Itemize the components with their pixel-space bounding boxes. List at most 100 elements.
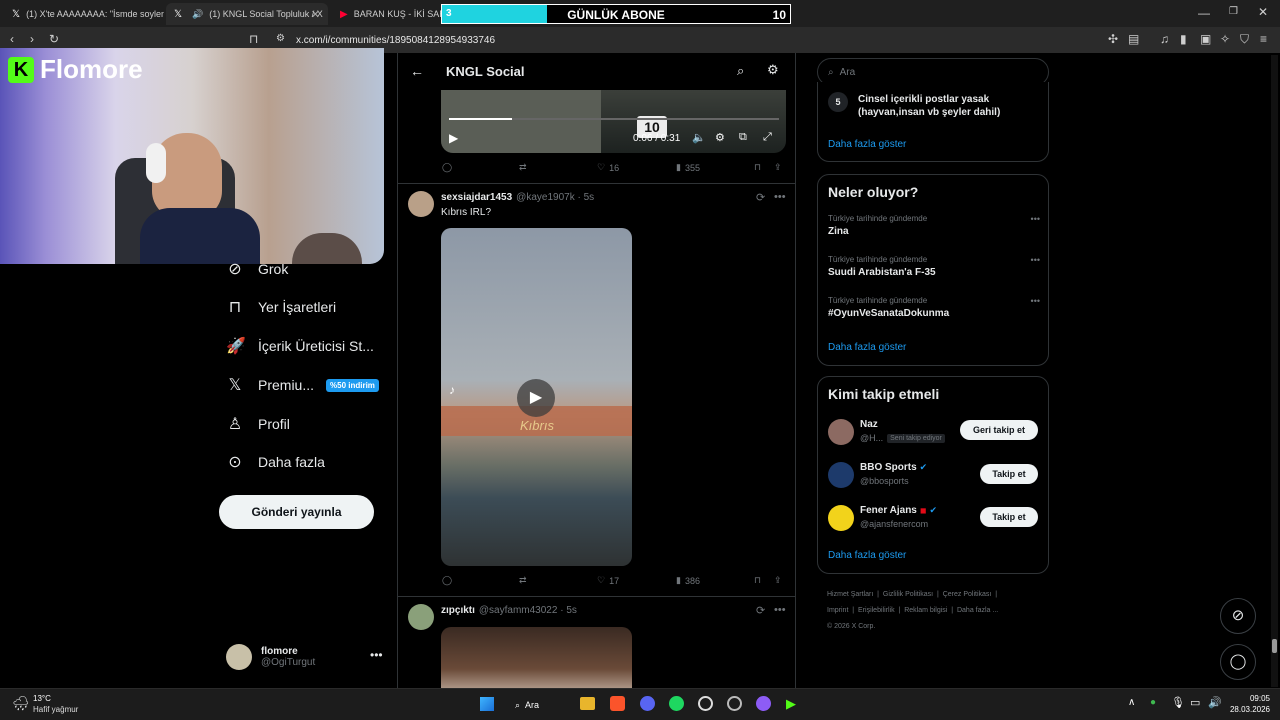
wallet-icon[interactable]: ▣	[1200, 32, 1211, 46]
clock-time[interactable]: 09:05	[1230, 694, 1270, 703]
file-explorer-icon[interactable]	[580, 697, 595, 710]
close-window-icon[interactable]: ✕	[1258, 5, 1268, 19]
grok-float-button[interactable]: ⊘	[1220, 598, 1256, 634]
follow-button[interactable]: Takip et	[980, 464, 1038, 484]
trend-item[interactable]: Türkiye tarihinde gündemde Suudi Arabist…	[828, 255, 1040, 278]
weather-icon[interactable]: 🌧	[12, 695, 30, 712]
bookmark-icon[interactable]: ⊓	[754, 162, 761, 173]
footer-link[interactable]: Hizmet Şartları	[827, 591, 873, 598]
nav-item-grok[interactable]: ⊘ Grok	[226, 259, 288, 279]
follow-name[interactable]: Naz	[860, 419, 878, 430]
close-tab-icon[interactable]: ✕	[311, 8, 320, 21]
gear-icon[interactable]: ⚙	[767, 62, 779, 78]
url-field[interactable]: ⚙ x.com/i/communities/189508412895493374…	[268, 30, 998, 50]
footer-link[interactable]: Imprint	[827, 607, 848, 614]
avatar[interactable]	[408, 191, 434, 217]
bookmark-page-icon[interactable]: ⊓	[249, 32, 258, 46]
tray-chevron-icon[interactable]: ∧	[1128, 697, 1135, 708]
video-progress-track[interactable]	[449, 118, 779, 120]
microphone-icon[interactable]: 🎙	[1171, 696, 1185, 709]
clock-date[interactable]: 28.03.2026	[1223, 705, 1270, 714]
grok-explain-icon[interactable]: ⟳	[756, 191, 765, 204]
play-icon[interactable]: ▶	[517, 379, 555, 417]
trend-menu-icon[interactable]: •••	[1031, 296, 1040, 306]
brave-icon[interactable]	[610, 696, 625, 711]
nav-item-creator-studio[interactable]: 🚀 İçerik Üreticisi St...	[226, 336, 374, 356]
trend-menu-icon[interactable]: •••	[1031, 214, 1040, 224]
maximize-icon[interactable]: ❐	[1229, 6, 1238, 17]
views-button[interactable]: ▮ 386	[676, 575, 700, 586]
taskbar-search[interactable]: ⌕ Ara	[515, 695, 539, 715]
reply-icon[interactable]: ◯	[442, 575, 452, 586]
follow-button[interactable]: Takip et	[980, 507, 1038, 527]
repost-icon[interactable]: ⇄	[519, 162, 527, 173]
bookmark-icon[interactable]: ⊓	[754, 575, 761, 586]
avatar[interactable]	[828, 505, 854, 531]
video-settings-icon[interactable]: ⚙	[715, 131, 725, 144]
reader-icon[interactable]: ▤	[1128, 32, 1139, 46]
kick-icon[interactable]: ▶	[786, 696, 799, 711]
post-menu-icon[interactable]: •••	[774, 604, 786, 616]
browser-tab-2-active[interactable]: 𝕏 🔊 (1) KNGL Social Topluluk / X ✕	[166, 3, 328, 25]
like-button[interactable]: ♡ 16	[597, 162, 619, 173]
avatar[interactable]	[408, 604, 434, 630]
footer-link[interactable]: Gizlilik Politikası	[883, 591, 933, 598]
avatar[interactable]	[828, 462, 854, 488]
video-player-2[interactable]: Kıbrıs ♪ ▶	[441, 228, 632, 566]
nav-item-bookmarks[interactable]: ⊓ Yer İşaretleri	[226, 297, 336, 317]
share-icon[interactable]: ⇪	[774, 162, 782, 173]
footer-link[interactable]: Erişilebilirlik	[858, 607, 895, 614]
post-menu-icon[interactable]: •••	[774, 191, 786, 203]
forward-icon[interactable]: ›	[30, 32, 34, 46]
display-icon[interactable]: ▭	[1190, 696, 1200, 709]
browser-tab-1[interactable]: 𝕏 (1) X'te AAAAAAAA: "İsmde soylend	[4, 3, 164, 25]
post-author-handle[interactable]: @sayfamm43022 · 5s	[479, 605, 577, 616]
avatar[interactable]	[828, 419, 854, 445]
discord-icon[interactable]	[640, 696, 655, 711]
nav-item-premium[interactable]: 𝕏 Premiu... %50 indirim	[226, 375, 379, 395]
pip-icon[interactable]: ⧉	[739, 131, 747, 144]
footer-link[interactable]: Daha fazla ...	[957, 607, 998, 614]
search-icon[interactable]: ⌕	[737, 63, 744, 79]
video-player-3[interactable]	[441, 627, 632, 688]
media-icon[interactable]: ♫	[1160, 32, 1169, 46]
footer-link[interactable]: Çerez Politikası	[943, 591, 992, 598]
video-player-1[interactable]: 10 ▶ 0:06 / 0:31 🔈 ⚙ ⧉ ⤢	[441, 90, 786, 153]
page-scrollbar[interactable]	[1271, 55, 1278, 687]
who-to-follow-show-more-link[interactable]: Daha fazla göster	[828, 550, 906, 561]
scrollbar-thumb[interactable]	[1272, 639, 1277, 653]
rules-show-more-link[interactable]: Daha fazla göster	[828, 139, 906, 150]
repost-icon[interactable]: ⇄	[519, 575, 527, 586]
reply-icon[interactable]: ◯	[442, 162, 452, 173]
fullscreen-icon[interactable]: ⤢	[763, 131, 772, 144]
steam-icon[interactable]	[698, 696, 713, 711]
post-button[interactable]: Gönderi yayınla	[219, 495, 374, 529]
sidebar-icon[interactable]: ▮	[1180, 32, 1187, 46]
messages-float-button[interactable]: ◯	[1220, 644, 1256, 680]
trend-menu-icon[interactable]: •••	[1031, 255, 1040, 265]
leo-icon[interactable]: ✧	[1220, 32, 1230, 46]
spotify-icon[interactable]	[669, 696, 684, 711]
volume-icon[interactable]: 🔊	[1208, 696, 1222, 709]
obs-icon[interactable]	[727, 696, 742, 711]
account-switcher[interactable]: flomore @OgiTurgut	[226, 644, 315, 670]
follow-back-button[interactable]: Geri takip et	[960, 420, 1038, 440]
follow-name[interactable]: Fener Ajans	[860, 505, 917, 516]
app-icon[interactable]	[756, 696, 771, 711]
views-button[interactable]: ▮ 355	[676, 162, 700, 173]
site-info-icon[interactable]: ⚙	[276, 33, 285, 44]
play-icon[interactable]: ▶	[449, 131, 458, 145]
windows-start-icon[interactable]	[480, 697, 494, 711]
trend-item[interactable]: Türkiye tarihinde gündemde Zina •••	[828, 214, 1040, 237]
browser-tab-3[interactable]: ▶ BARAN KUŞ - İKİ SARIŞIN	[332, 3, 442, 25]
nav-item-more[interactable]: ⊙ Daha fazla	[226, 452, 325, 472]
share-icon[interactable]: ⇪	[774, 575, 782, 586]
grok-explain-icon[interactable]: ⟳	[756, 604, 765, 617]
nav-item-profile[interactable]: ♙ Profil	[226, 414, 290, 434]
post-author-handle[interactable]: @kaye1907k · 5s	[516, 192, 594, 203]
footer-link[interactable]: Reklam bilgisi	[904, 607, 947, 614]
account-menu-icon[interactable]: •••	[370, 648, 383, 662]
volume-icon[interactable]: 🔈	[692, 131, 706, 144]
post-author-name[interactable]: sexsiajdar1453	[441, 192, 512, 203]
tray-app-icon[interactable]: ●	[1150, 697, 1156, 708]
